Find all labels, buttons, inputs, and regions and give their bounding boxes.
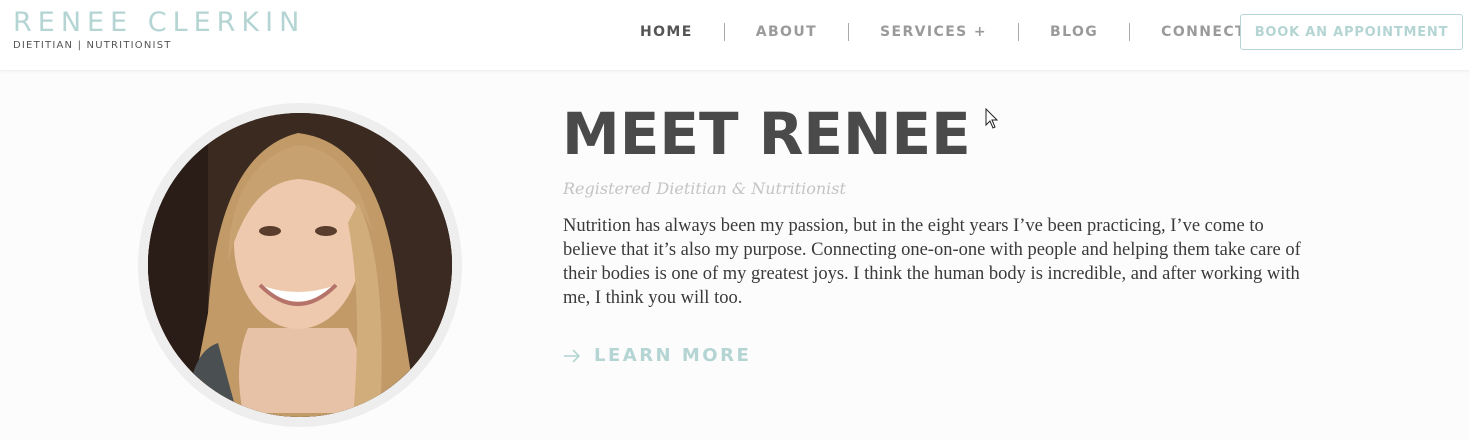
book-appointment-button[interactable]: BOOK AN APPOINTMENT — [1240, 14, 1463, 50]
learn-more-link[interactable]: LEARN MORE — [562, 345, 751, 366]
nav-item-about[interactable]: ABOUT — [756, 24, 817, 40]
page-subtitle: Registered Dietitian & Nutritionist — [563, 179, 846, 198]
brand-logo[interactable]: RENEE CLERKIN DIETITIAN | NUTRITIONIST — [13, 6, 305, 52]
brand-name: RENEE CLERKIN — [13, 7, 306, 38]
brand-tagline: DIETITIAN | NUTRITIONIST — [13, 40, 172, 51]
nav-item-home[interactable]: HOME — [640, 24, 693, 40]
nav-divider — [723, 23, 725, 41]
nav-divider — [1129, 23, 1131, 41]
nav-item-services[interactable]: SERVICES + — [880, 24, 987, 40]
portrait-photo — [148, 113, 452, 417]
site-header: RENEE CLERKIN DIETITIAN | NUTRITIONIST H… — [0, 0, 1470, 70]
page-title: MEET RENEE — [562, 100, 971, 168]
nav-divider — [1018, 23, 1020, 41]
nav-divider — [848, 23, 850, 41]
mouse-pointer-icon — [985, 108, 999, 129]
bio-paragraph: Nutrition has always been my passion, bu… — [563, 216, 1301, 308]
main-nav: HOME ABOUT SERVICES + BLOG CONNECT — [620, 21, 1246, 43]
nav-item-connect[interactable]: CONNECT — [1161, 24, 1246, 40]
nav-item-blog[interactable]: BLOG — [1050, 24, 1098, 40]
arrow-right-icon — [564, 348, 581, 363]
learn-more-label: LEARN MORE — [594, 345, 752, 366]
